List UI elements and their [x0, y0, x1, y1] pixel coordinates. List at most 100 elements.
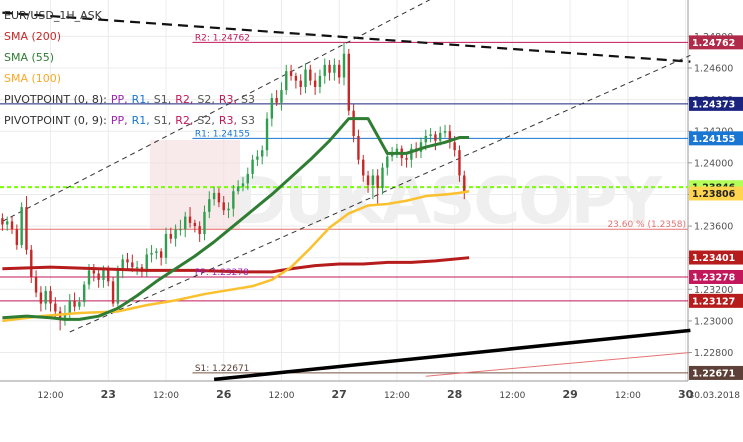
candle-body [208, 199, 211, 212]
price-tag-label: 1.22671 [692, 368, 735, 379]
x-tick-label: 29 [562, 388, 577, 401]
candle-body [429, 134, 432, 136]
candle-body [193, 222, 197, 227]
candle-body [439, 132, 442, 141]
candle-body [44, 290, 47, 304]
y-tick-label: 1.23000 [694, 316, 733, 327]
pivot-legend-item: S1, [154, 114, 171, 127]
pivot-legend-item: PP, [111, 114, 128, 127]
candle-body [328, 64, 331, 73]
candle-body [424, 135, 427, 143]
candle-body [246, 173, 249, 184]
candle-body [97, 273, 100, 280]
candle-body [135, 267, 139, 269]
candle-body [184, 216, 187, 230]
candle-body [174, 229, 177, 239]
candle-body [289, 71, 293, 76]
candle-body [357, 135, 360, 160]
candle-body [155, 251, 158, 253]
candle-body [313, 80, 317, 87]
candle-body [453, 142, 456, 151]
candle-body [102, 270, 105, 280]
pivot-legend-item: R3, [219, 114, 237, 127]
candle-body [78, 301, 81, 307]
candle-body [318, 75, 322, 87]
x-tick-label: 23 [101, 388, 116, 401]
y-tick-label: 1.24600 [694, 63, 733, 74]
x-tick-label: 12:00 [615, 391, 641, 401]
candle-body [265, 118, 269, 151]
candle-body [198, 226, 201, 234]
candle-body [333, 64, 336, 73]
candle-body [309, 69, 312, 81]
candle-body [10, 221, 14, 230]
x-axis: 12:00 23 12:00 26 12:00 27 12:00 28 12:00 29 12:00… [38, 388, 741, 401]
candle-body [434, 134, 437, 141]
candle-body [256, 156, 259, 160]
candle-body [299, 80, 302, 87]
date-label: 30.03.2018 [688, 391, 740, 401]
candle-body [232, 191, 235, 209]
pivot-legend-item: R3, [219, 93, 237, 106]
pivot-legend-item: S2, [197, 93, 214, 106]
candle-body [87, 270, 91, 285]
trend-line [213, 328, 691, 382]
candle-body [188, 216, 192, 223]
candle-body [222, 202, 225, 211]
candle-body [371, 175, 375, 185]
candle-body [111, 281, 115, 304]
candle-body [337, 64, 341, 78]
x-tick-label: 28 [447, 388, 462, 401]
fib-label: 23.60 % (1.2358) [607, 220, 686, 230]
indicator-legend: SMA (100) [4, 72, 61, 85]
candle-body [30, 249, 33, 277]
y-tick-label: 1.24000 [694, 158, 733, 169]
candle-body [386, 156, 389, 168]
x-tick-label: 26 [216, 388, 232, 401]
pivot-legend-item: R2, [175, 114, 193, 127]
pivot-legend-item: R2, [175, 93, 193, 106]
candlestick-chart: DUKASCOPY R2: 1.24762 R1: 1.24155 PP: 1.23… [0, 0, 743, 401]
watermark-logo [150, 140, 240, 230]
pivot-legend-item: R1, [132, 114, 150, 127]
candle-body [241, 183, 245, 187]
y-axis: 1.248001.246001.244001.242001.240001.238… [688, 32, 743, 380]
candle-body [366, 175, 370, 185]
candle-body [376, 175, 379, 189]
candle-body [352, 110, 355, 136]
candle-body [34, 276, 38, 293]
price-tag-label: 1.23806 [692, 189, 736, 200]
price-tag-label: 1.24762 [692, 38, 735, 49]
candle-body [82, 284, 86, 302]
candle-body [20, 207, 23, 246]
candle-body [285, 71, 288, 91]
candle-body [107, 270, 110, 282]
candle-body [323, 64, 326, 76]
pivot-legend-item: S2, [197, 114, 214, 127]
pivot-label: R2: 1.24762 [195, 33, 250, 43]
candle-body [92, 270, 96, 274]
candle-body [164, 233, 168, 258]
x-tick-label: 12:00 [268, 391, 294, 401]
pivot-legend-prefix: PIVOTPOINT (0, 8): [4, 93, 107, 106]
candle-body [39, 292, 43, 304]
candle-body [212, 192, 216, 200]
price-tag-label: 1.24373 [692, 99, 735, 110]
candle-body [1, 218, 4, 225]
candle-body [116, 270, 120, 304]
indicator-legend: SMA (55) [4, 51, 54, 64]
x-tick-label: 12:00 [499, 391, 525, 401]
candle-body [227, 208, 230, 211]
candle-body [6, 221, 9, 225]
price-tag-label: 1.23401 [692, 253, 735, 264]
candle-body [217, 192, 221, 203]
candle-body [342, 53, 346, 78]
candle-body [304, 69, 307, 87]
candle-body [261, 150, 264, 157]
y-tick-label: 1.22800 [694, 348, 733, 359]
price-tag-label: 1.23127 [692, 296, 735, 307]
candle-body [347, 53, 351, 111]
candle-body [126, 259, 129, 263]
x-tick-label: 12:00 [38, 391, 64, 401]
symbol-title: EUR/USD_1H_ASK [4, 9, 103, 22]
